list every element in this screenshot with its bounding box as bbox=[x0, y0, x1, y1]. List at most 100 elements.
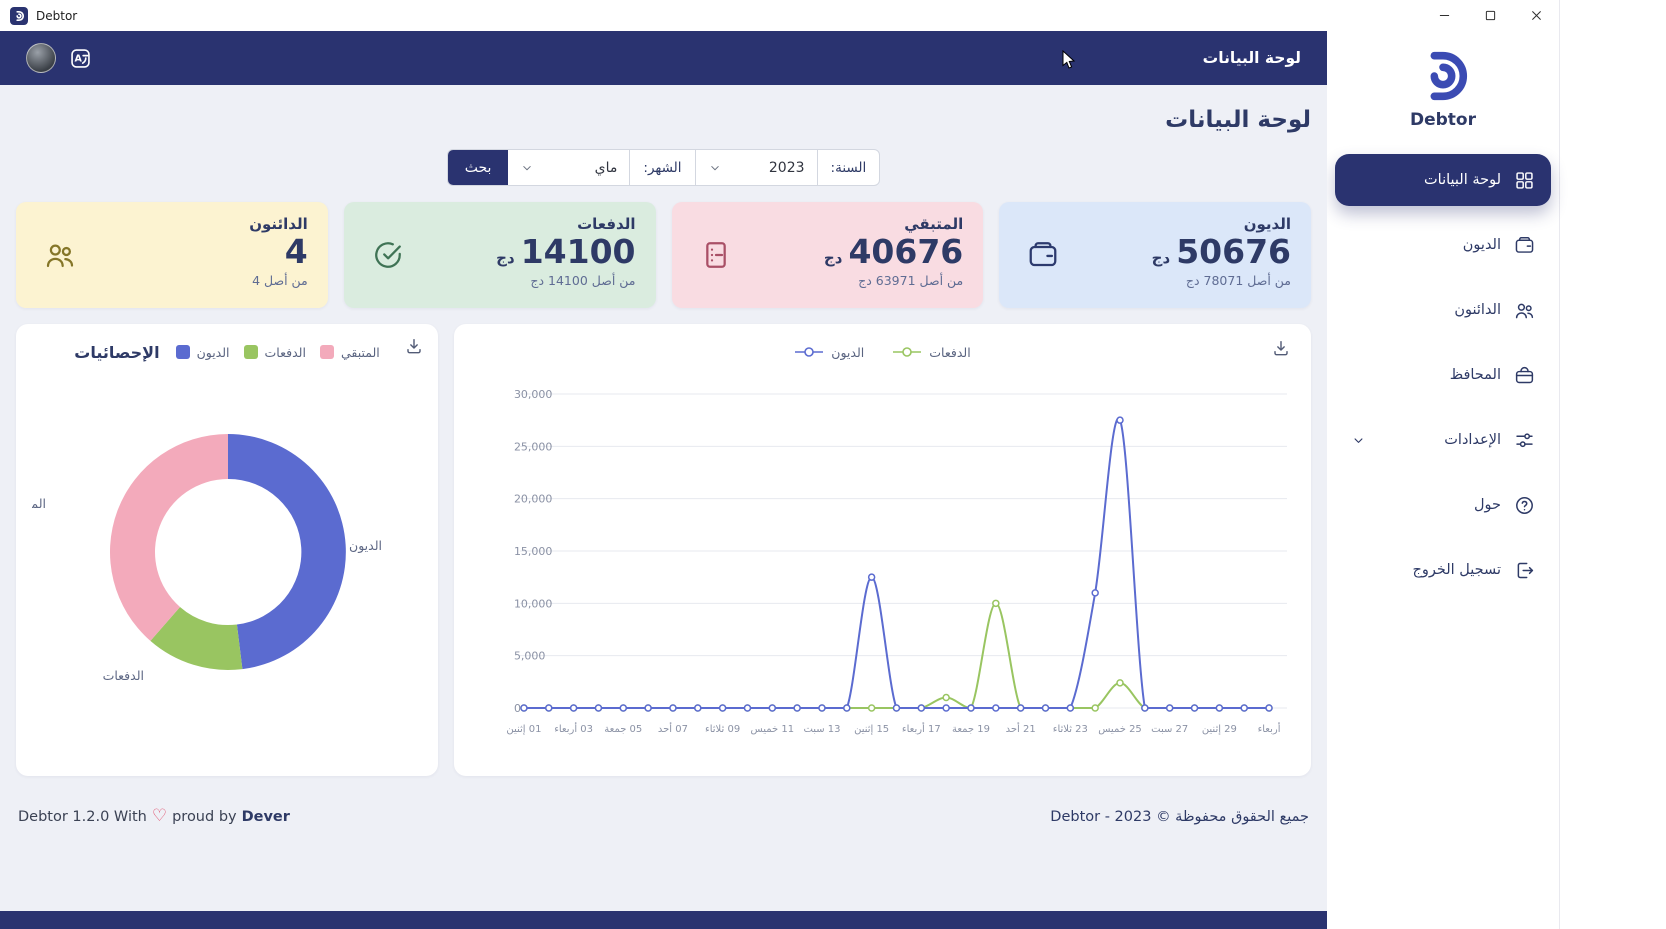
translate-icon[interactable]: A bbox=[69, 47, 92, 70]
svg-text:0: 0 bbox=[514, 702, 521, 715]
line-chart-legend: الديون الدفعات bbox=[794, 345, 971, 360]
svg-text:20,000: 20,000 bbox=[514, 493, 552, 506]
window-controls bbox=[1421, 0, 1559, 31]
minimize-button[interactable] bbox=[1421, 0, 1467, 31]
invoice-icon bbox=[700, 239, 732, 271]
svg-text:21 أحد: 21 أحد bbox=[1006, 722, 1036, 735]
sidebar-item-creditors[interactable]: الدائنون bbox=[1335, 284, 1551, 336]
donut-chart: الديون الدفعات المتبقي bbox=[32, 434, 382, 683]
sidebar-item-label: حول bbox=[1474, 497, 1501, 513]
donut-chart-card: الإحصائيات الديون الدفعات المتبقي الديون ال… bbox=[16, 324, 438, 776]
filter-group: السنة: 2023 الشهر: ماي بحث bbox=[446, 149, 881, 186]
sidebar: Debtor لوحة البيانات الديون الدائنون المحاف… bbox=[1327, 31, 1559, 929]
chevron-down-icon bbox=[520, 161, 534, 175]
svg-text:17 أربعاء: 17 أربعاء bbox=[902, 722, 941, 735]
stat-card-wallet: الديون 50676دج من أصل 78071 دج bbox=[999, 202, 1311, 308]
charts-row: الديون الدفعات 0 5,000 10,000 15,000 20,000 25… bbox=[16, 324, 1311, 776]
donut-chart-header: الإحصائيات الديون الدفعات المتبقي bbox=[32, 336, 422, 368]
topbar: لوحة البيانات A bbox=[0, 31, 1327, 85]
sidebar-item-debts[interactable]: الديون bbox=[1335, 219, 1551, 271]
brand-logo-icon bbox=[1414, 47, 1472, 105]
legend-item[interactable]: الديون bbox=[794, 345, 864, 360]
stat-title: الدائنون bbox=[249, 215, 308, 233]
download-icon[interactable] bbox=[404, 336, 424, 356]
purse-icon bbox=[1514, 365, 1535, 386]
svg-text:13 سبت: 13 سبت bbox=[803, 724, 840, 735]
sidebar-item-logout[interactable]: تسجيل الخروج bbox=[1335, 544, 1551, 596]
sidebar-item-label: لوحة البيانات bbox=[1424, 172, 1501, 188]
legend-item[interactable]: الديون bbox=[175, 345, 230, 360]
svg-text:A: A bbox=[74, 53, 82, 64]
dashboard-content: لوحة البيانات السنة: 2023 الشهر: ماي بحث… bbox=[0, 85, 1327, 911]
svg-text:19 جمعة: 19 جمعة bbox=[952, 724, 990, 735]
year-value: 2023 bbox=[768, 159, 805, 176]
svg-text:23 ثلاثاء: 23 ثلاثاء bbox=[1053, 724, 1088, 735]
users-icon bbox=[44, 239, 76, 271]
sidebar-item-dashboard[interactable]: لوحة البيانات bbox=[1335, 154, 1551, 206]
wallet-icon bbox=[1027, 239, 1059, 271]
svg-text:أربعاء: أربعاء bbox=[1258, 722, 1281, 735]
svg-text:29 إثنين: 29 إثنين bbox=[1202, 724, 1237, 735]
legend-item[interactable]: المتبقي bbox=[319, 345, 380, 360]
stat-subtitle: من أصل 4 bbox=[252, 273, 308, 289]
svg-text:11 خميس: 11 خميس bbox=[751, 724, 795, 735]
sidebar-item-settings[interactable]: الإعدادات bbox=[1335, 414, 1551, 466]
check-icon bbox=[372, 239, 404, 271]
svg-text:27 سبت: 27 سبت bbox=[1151, 724, 1188, 735]
svg-text:10,000: 10,000 bbox=[514, 597, 552, 610]
logout-icon bbox=[1514, 560, 1535, 581]
close-button[interactable] bbox=[1513, 0, 1559, 31]
line-chart: 0 5,000 10,000 15,000 20,000 25,000 30,000 01 إ… bbox=[506, 388, 1288, 735]
donut-segment-1 bbox=[228, 434, 346, 670]
svg-text:25,000: 25,000 bbox=[514, 440, 552, 453]
chevron-down-icon bbox=[708, 161, 722, 175]
donut-segment-3 bbox=[109, 434, 228, 641]
svg-text:15 إثنين: 15 إثنين bbox=[854, 724, 889, 735]
donut-label: المتبقي bbox=[32, 496, 46, 511]
donut-label: الديون bbox=[349, 538, 382, 554]
app-window: Debtor Debtor لوحة البيانات الديون الدائنو… bbox=[0, 0, 1560, 929]
legend-item[interactable]: الدفعات bbox=[243, 345, 306, 360]
stat-title: الدفعات bbox=[577, 215, 636, 233]
version-prefix: Debtor 1.2.0 With bbox=[18, 808, 147, 825]
legend-swatch bbox=[319, 345, 334, 359]
month-label: الشهر: bbox=[630, 150, 696, 185]
app-version-text: Debtor 1.2.0 With ♡ proud by Dever bbox=[18, 808, 290, 825]
stat-value: 4 bbox=[284, 232, 308, 271]
legend-swatch bbox=[175, 345, 190, 359]
sidebar-item-label: تسجيل الخروج bbox=[1412, 562, 1501, 578]
sidebar-item-label: المحافظ bbox=[1449, 367, 1501, 383]
svg-text:01 إثنين: 01 إثنين bbox=[506, 724, 541, 735]
search-button[interactable]: بحث bbox=[447, 150, 509, 185]
brand: Debtor bbox=[1327, 47, 1559, 130]
stat-subtitle: من أصل 78071 دج bbox=[1185, 273, 1291, 289]
svg-text:05 جمعة: 05 جمعة bbox=[604, 724, 642, 735]
download-icon[interactable] bbox=[1271, 338, 1291, 358]
filter-bar: السنة: 2023 الشهر: ماي بحث bbox=[16, 149, 1311, 186]
bottom-strip bbox=[0, 911, 1327, 929]
sidebar-item-about[interactable]: حول bbox=[1335, 479, 1551, 531]
legend-item[interactable]: الدفعات bbox=[892, 345, 971, 360]
donut-label: الدفعات bbox=[103, 668, 144, 683]
year-select[interactable]: 2023 bbox=[695, 150, 818, 185]
stat-subtitle: من أصل 14100 دج bbox=[530, 273, 636, 289]
avatar[interactable] bbox=[26, 43, 56, 73]
users-icon bbox=[1514, 300, 1535, 321]
sidebar-item-label: الديون bbox=[1462, 237, 1501, 253]
month-select[interactable]: ماي bbox=[508, 150, 631, 185]
sidebar-item-wallets[interactable]: المحافظ bbox=[1335, 349, 1551, 401]
stat-title: الديون bbox=[1243, 215, 1291, 233]
dever-brand: Dever bbox=[241, 808, 290, 825]
maximize-button[interactable] bbox=[1467, 0, 1513, 31]
footer: جميع الحقوق محفوظة © Debtor - 2023 Debto… bbox=[16, 808, 1311, 825]
stat-subtitle: من أصل 63971 دج bbox=[858, 273, 964, 289]
sidebar-item-label: الدائنون bbox=[1454, 302, 1501, 318]
svg-text:5,000: 5,000 bbox=[514, 650, 545, 663]
titlebar: Debtor bbox=[0, 0, 1559, 31]
wallet-icon bbox=[1514, 235, 1535, 256]
chevron-down-icon bbox=[1351, 433, 1366, 448]
svg-text:07 أحد: 07 أحد bbox=[658, 722, 688, 735]
svg-text:03 أربعاء: 03 أربعاء bbox=[554, 722, 593, 735]
month-value: ماي bbox=[594, 159, 618, 176]
svg-text:25 خميس: 25 خميس bbox=[1098, 724, 1142, 735]
